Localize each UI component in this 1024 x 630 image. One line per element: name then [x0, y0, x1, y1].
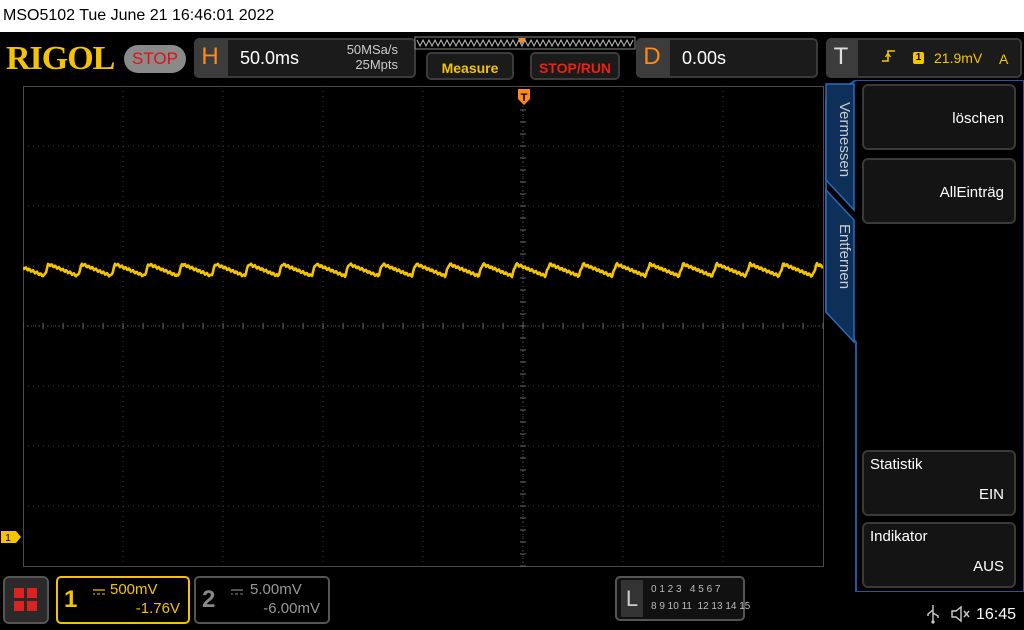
svg-text:1: 1 — [5, 533, 11, 544]
trigger-mode: A — [999, 51, 1009, 67]
indicator-value: AUS — [973, 558, 1004, 575]
memory-position-bar[interactable] — [414, 36, 636, 50]
digital-channels-low: 0 1 2 3 4 5 6 7 — [651, 584, 721, 595]
horizontal-label[interactable]: H — [194, 38, 226, 78]
sample-rate: 50MSa/s — [346, 42, 398, 57]
usb-icon — [927, 605, 939, 624]
ch2-scale: 5.00mV — [250, 581, 302, 598]
speaker-muted-icon[interactable] — [950, 604, 972, 624]
indicator-softkey[interactable]: Indikator AUS — [862, 522, 1016, 588]
clear-softkey[interactable]: löschen — [862, 84, 1016, 150]
all-entries-label: AllEinträg — [939, 184, 1004, 201]
ch1-offset: -1.76V — [135, 600, 180, 617]
indicator-title: Indikator — [870, 528, 928, 545]
svg-text:Entfernen: Entfernen — [836, 224, 853, 289]
ch1-settings[interactable]: 1 500mV -1.76V — [56, 576, 190, 624]
trigger-position-marker[interactable]: T — [518, 89, 530, 105]
ch2-settings[interactable]: 2 5.00mV -6.00mV — [194, 576, 330, 624]
sample-rate-info: 50MSa/s 25Mpts — [332, 42, 398, 72]
stop-run-button[interactable]: STOP/RUN — [530, 52, 620, 80]
svg-text:T: T — [521, 92, 528, 104]
ch1-number: 1 — [64, 586, 78, 613]
logic-analyzer-label: L — [621, 580, 643, 617]
rigol-logo: RIGOL — [6, 40, 115, 77]
graticule — [23, 86, 824, 567]
svg-text:Vermessen: Vermessen — [836, 102, 853, 177]
trigger-level: 21.9mV — [934, 50, 983, 66]
ch2-number: 2 — [202, 586, 216, 613]
status-bar: MSO5102 Tue June 21 16:46:01 2022 — [0, 0, 1024, 32]
clock: 16:45 — [976, 606, 1017, 623]
memory-depth: 25Mpts — [355, 57, 398, 72]
dc-coupling-icon — [92, 584, 110, 595]
ch1-ground-marker[interactable]: 1 — [0, 530, 22, 544]
waveform-display[interactable]: T — [23, 86, 824, 568]
statistics-softkey[interactable]: Statistik EIN — [862, 450, 1016, 516]
statistics-value: EIN — [978, 486, 1004, 503]
measure-button[interactable]: Measure — [426, 52, 514, 80]
rising-edge-icon — [882, 50, 895, 62]
trigger-label[interactable]: T — [826, 38, 856, 78]
logic-analyzer-settings[interactable]: L 0 1 2 3 4 5 6 7 8 9 10 11 12 13 14 15 — [615, 576, 750, 621]
ch2-offset: -6.00mV — [263, 600, 320, 617]
main-menu-button[interactable] — [3, 576, 49, 624]
timebase-value: 50.0ms — [240, 48, 300, 68]
all-entries-softkey[interactable]: AllEinträg — [862, 158, 1016, 224]
statistics-title: Statistik — [870, 456, 923, 473]
delay-label[interactable]: D — [636, 38, 668, 78]
grid-menu-icon — [14, 588, 37, 611]
ch1-waveform — [23, 261, 824, 279]
dc-coupling-icon — [230, 584, 248, 595]
trigger-source-badge: 1 — [913, 52, 924, 64]
run-state-badge: STOP — [124, 45, 186, 73]
clear-label: löschen — [952, 110, 1004, 127]
digital-channels-high: 8 9 10 11 12 13 14 15 — [651, 601, 751, 612]
ch1-scale: 500mV — [110, 581, 158, 598]
delay-value: 0.00s — [682, 48, 727, 68]
